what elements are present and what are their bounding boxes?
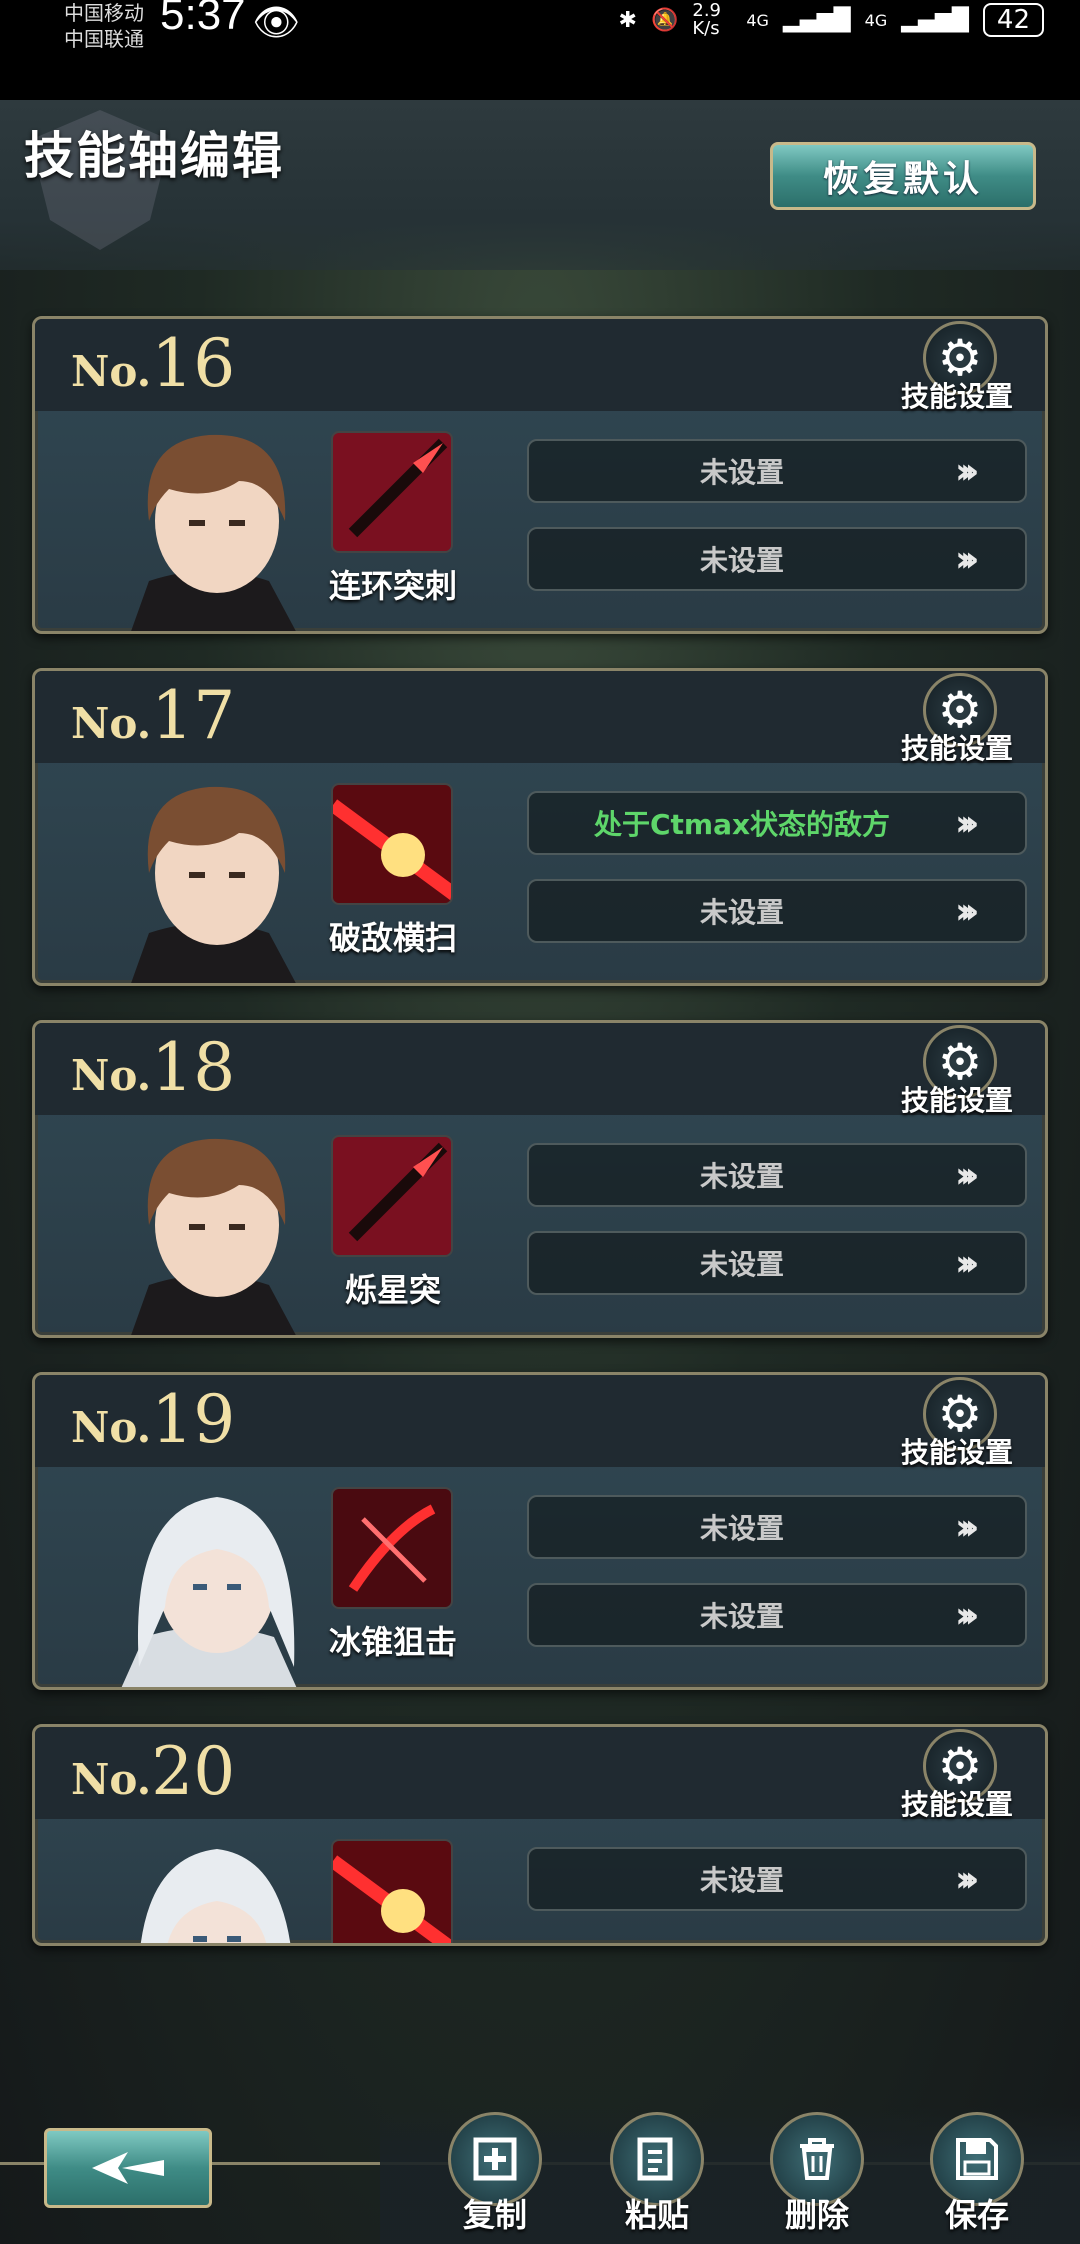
signal-icon: ▂▄▆█ bbox=[901, 7, 969, 33]
copy-button[interactable]: 复制 bbox=[440, 2112, 550, 2240]
character-avatar bbox=[89, 1467, 329, 1687]
slot-value: 未设置 bbox=[699, 544, 784, 577]
condition-slot-1[interactable]: 未设置 ››› bbox=[527, 1143, 1027, 1207]
skill-card: No.18 ⚙ 技能设置 烁星突 未设置 ››› 未设置 ››› bbox=[32, 1020, 1048, 1338]
number-prefix: No. bbox=[71, 699, 152, 748]
condition-slot-1[interactable]: 未设置 ››› bbox=[527, 1495, 1027, 1559]
chevron-right-icon: ››› bbox=[955, 1506, 980, 1548]
skill-card: No.19 ⚙ 技能设置 冰锥狙击 未设置 ››› 未设置 ››› bbox=[32, 1372, 1048, 1690]
skill-setting-button[interactable]: 技能设置 bbox=[901, 1431, 1013, 1471]
chevron-right-icon: ››› bbox=[955, 1858, 980, 1900]
condition-slot-2[interactable]: 未设置 ››› bbox=[527, 527, 1027, 591]
eye-comfort-icon: 👁 bbox=[252, 0, 301, 44]
number-prefix: No. bbox=[71, 347, 152, 396]
net-type-1: 4G bbox=[746, 10, 769, 30]
slot-value: 未设置 bbox=[699, 1864, 784, 1897]
chevron-right-icon: ››› bbox=[955, 450, 980, 492]
skill-card: No.16 ⚙ 技能设置 连环突刺 未设置 ››› 未设置 ››› bbox=[32, 316, 1048, 634]
slot-value: 未设置 bbox=[699, 1512, 784, 1545]
skill-number: No.19 bbox=[71, 1381, 235, 1458]
net-speed: 2.9 K/s bbox=[692, 0, 722, 39]
character-avatar bbox=[89, 763, 329, 983]
bluetooth-icon: ✱ bbox=[618, 7, 637, 33]
skill-card: No.20 ⚙ 技能设置 未设置 ››› bbox=[32, 1724, 1048, 1946]
clock: 5:37 bbox=[160, 0, 246, 39]
number-value: 16 bbox=[151, 325, 236, 402]
chevron-right-icon: ››› bbox=[955, 1154, 980, 1196]
number-value: 19 bbox=[151, 1381, 236, 1458]
condition-slot-1[interactable]: 未设置 ››› bbox=[527, 439, 1027, 503]
condition-slot-2[interactable]: 未设置 ››› bbox=[527, 1583, 1027, 1647]
number-value: 20 bbox=[151, 1733, 236, 1810]
skill-setting-button[interactable]: 技能设置 bbox=[901, 1079, 1013, 1119]
restore-default-button[interactable]: 恢复默认 bbox=[770, 142, 1036, 210]
condition-slot-1[interactable]: 处于Ctmax状态的敌方 ››› bbox=[527, 791, 1027, 855]
skill-icon[interactable] bbox=[331, 1839, 453, 1943]
slot-value: 未设置 bbox=[699, 456, 784, 489]
character-avatar bbox=[89, 1819, 329, 1943]
chevron-right-icon: ››› bbox=[955, 890, 980, 932]
skill-icon[interactable] bbox=[331, 1135, 453, 1257]
save-label: 保存 bbox=[944, 2196, 1009, 2234]
skill-icon[interactable] bbox=[331, 783, 453, 905]
mute-bell-icon: 🔕 bbox=[650, 7, 679, 33]
skill-name: 烁星突 bbox=[344, 1271, 441, 1309]
copy-label: 复制 bbox=[462, 2196, 527, 2234]
character-avatar bbox=[89, 1115, 329, 1335]
slot-value: 未设置 bbox=[699, 1600, 784, 1633]
skill-icon[interactable] bbox=[331, 431, 453, 553]
slot-value: 处于Ctmax状态的敌方 bbox=[593, 808, 891, 841]
skill-name: 连环突刺 bbox=[328, 567, 457, 605]
chevron-right-icon: ››› bbox=[955, 1594, 980, 1636]
condition-slot-2[interactable]: 未设置 ››› bbox=[527, 1231, 1027, 1295]
condition-slot-2[interactable]: 未设置 ››› bbox=[527, 879, 1027, 943]
status-bar: 中国移动 中国联通 5:37 👁 ✱ 🔕 2.9 K/s 4G ▂▄▆█ 4G … bbox=[0, 0, 1080, 100]
status-icons: ✱ 🔕 2.9 K/s 4G ▂▄▆█ 4G ▂▄▆█ 42 bbox=[619, 2, 1044, 38]
slot-value: 未设置 bbox=[699, 1160, 784, 1193]
net-type-2: 4G bbox=[864, 10, 888, 30]
bottom-toolbar: 复制 粘贴 删除 保存 bbox=[0, 2100, 1080, 2244]
number-prefix: No. bbox=[71, 1051, 152, 1100]
delete-label: 删除 bbox=[784, 2196, 849, 2234]
skill-name: 破敌横扫 bbox=[328, 919, 457, 957]
chevron-right-icon: ››› bbox=[955, 802, 980, 844]
carrier-1: 中国移动 bbox=[64, 1, 144, 25]
carrier-info: 中国移动 中国联通 bbox=[64, 0, 144, 52]
skill-setting-button[interactable]: 技能设置 bbox=[901, 727, 1013, 767]
number-value: 18 bbox=[151, 1029, 236, 1106]
chevron-right-icon: ››› bbox=[955, 538, 980, 580]
back-button[interactable] bbox=[44, 2128, 212, 2208]
chevron-right-icon: ››› bbox=[955, 1242, 980, 1284]
number-value: 17 bbox=[151, 677, 236, 754]
save-button[interactable]: 保存 bbox=[922, 2112, 1032, 2240]
skill-number: No.17 bbox=[71, 677, 235, 754]
slot-value: 未设置 bbox=[699, 896, 784, 929]
number-prefix: No. bbox=[71, 1403, 152, 1452]
skill-icon[interactable] bbox=[331, 1487, 453, 1609]
paste-label: 粘贴 bbox=[624, 2196, 689, 2234]
skill-card: No.17 ⚙ 技能设置 破敌横扫 处于Ctmax状态的敌方 ››› 未设置 ›… bbox=[32, 668, 1048, 986]
back-arrow-icon bbox=[92, 2152, 164, 2184]
skill-setting-button[interactable]: 技能设置 bbox=[901, 375, 1013, 415]
skill-setting-button[interactable]: 技能设置 bbox=[901, 1783, 1013, 1823]
paste-button[interactable]: 粘贴 bbox=[602, 2112, 712, 2240]
signal-icon: ▂▄▆█ bbox=[782, 7, 851, 33]
skill-number: No.18 bbox=[71, 1029, 235, 1106]
slot-value: 未设置 bbox=[699, 1248, 784, 1281]
skill-number: No.20 bbox=[71, 1733, 235, 1810]
number-prefix: No. bbox=[71, 1755, 152, 1804]
battery-indicator: 42 bbox=[982, 3, 1044, 37]
carrier-2: 中国联通 bbox=[64, 27, 144, 51]
skill-name: 冰锥狙击 bbox=[328, 1623, 457, 1661]
skill-number: No.16 bbox=[71, 325, 235, 402]
character-avatar bbox=[89, 411, 329, 631]
condition-slot-1[interactable]: 未设置 ››› bbox=[527, 1847, 1027, 1911]
delete-button[interactable]: 删除 bbox=[762, 2112, 872, 2240]
page-title: 技能轴编辑 bbox=[24, 126, 284, 185]
